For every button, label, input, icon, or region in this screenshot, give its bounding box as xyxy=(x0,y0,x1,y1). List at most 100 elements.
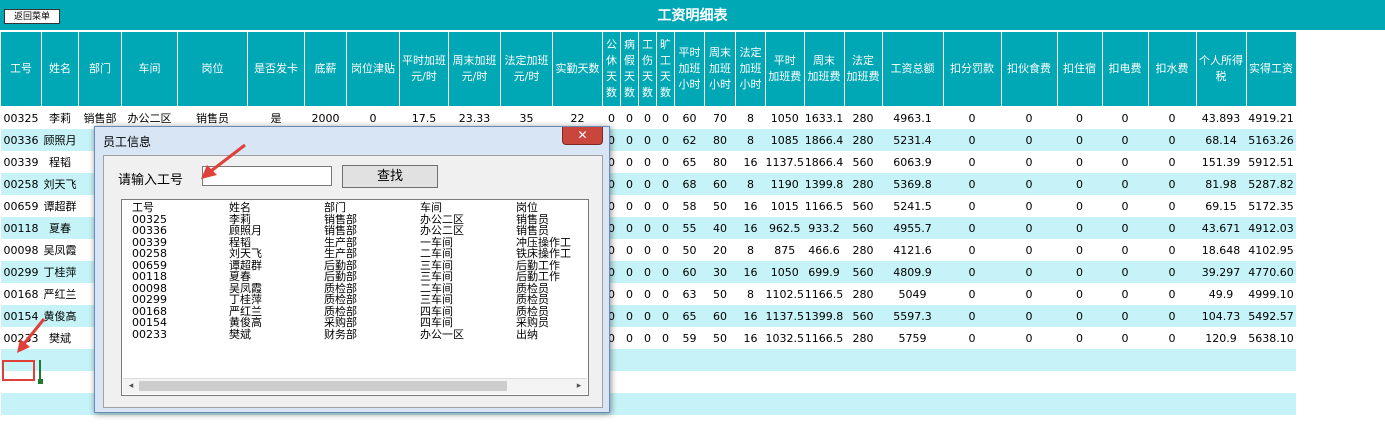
table-cell[interactable]: 00325 xyxy=(0,106,42,129)
table-cell[interactable]: 0 xyxy=(620,106,639,129)
column-header[interactable]: 底薪 xyxy=(304,31,347,107)
table-cell[interactable] xyxy=(41,393,79,415)
table-cell[interactable]: 560 xyxy=(844,195,882,217)
column-header[interactable]: 车间 xyxy=(121,31,178,107)
column-header[interactable]: 周末 加班费 xyxy=(803,31,845,107)
table-cell[interactable]: 0 xyxy=(943,151,1001,173)
table-cell[interactable]: 4809.9 xyxy=(882,261,943,283)
table-cell[interactable]: 151.39 xyxy=(1196,151,1246,173)
arrow-left-icon[interactable]: ◂ xyxy=(124,380,138,393)
table-cell[interactable] xyxy=(674,349,705,371)
table-cell[interactable]: 699.9 xyxy=(804,261,844,283)
table-cell[interactable] xyxy=(41,371,79,393)
table-cell[interactable]: 0 xyxy=(1001,305,1057,327)
table-cell[interactable]: 50 xyxy=(674,239,705,261)
table-cell[interactable]: 谭超群 xyxy=(41,195,79,217)
table-cell[interactable] xyxy=(620,393,639,415)
table-cell[interactable]: 0 xyxy=(1057,327,1102,349)
table-cell[interactable] xyxy=(1102,349,1148,371)
table-cell[interactable]: 16 xyxy=(735,261,766,283)
table-cell[interactable]: 0 xyxy=(943,261,1001,283)
table-cell[interactable]: 59 xyxy=(674,327,705,349)
table-cell[interactable]: 0 xyxy=(1102,305,1148,327)
fill-handle[interactable] xyxy=(38,379,43,384)
table-cell[interactable] xyxy=(1001,349,1057,371)
table-cell[interactable]: 5287.82 xyxy=(1246,173,1296,195)
table-cell[interactable]: 4963.1 xyxy=(882,106,943,129)
table-cell[interactable]: 0 xyxy=(1001,195,1057,217)
table-cell[interactable]: 1399.8 xyxy=(804,173,844,195)
table-cell[interactable]: 0 xyxy=(620,151,639,173)
table-cell[interactable] xyxy=(943,349,1001,371)
table-cell[interactable]: 1166.5 xyxy=(804,283,844,305)
table-cell[interactable] xyxy=(1196,371,1246,393)
table-cell[interactable]: 70 xyxy=(704,106,736,129)
table-cell[interactable] xyxy=(765,393,804,415)
table-cell[interactable]: 280 xyxy=(844,129,882,151)
table-cell[interactable]: 8 xyxy=(735,283,766,305)
table-cell[interactable]: 0 xyxy=(620,283,639,305)
table-cell[interactable]: 0 xyxy=(656,239,675,261)
table-cell[interactable]: 0 xyxy=(638,106,657,129)
table-cell[interactable] xyxy=(638,393,657,415)
table-cell[interactable]: 0 xyxy=(1057,129,1102,151)
table-cell[interactable]: 16 xyxy=(735,217,766,239)
table-cell[interactable]: 0 xyxy=(1148,239,1196,261)
column-header[interactable]: 公 休 天 数 xyxy=(602,31,621,107)
table-cell[interactable]: 0 xyxy=(1148,283,1196,305)
table-cell[interactable] xyxy=(704,349,736,371)
table-cell[interactable] xyxy=(804,393,844,415)
table-cell[interactable] xyxy=(704,371,736,393)
table-cell[interactable]: 0 xyxy=(656,217,675,239)
table-cell[interactable]: 0 xyxy=(943,195,1001,217)
table-cell[interactable]: 0 xyxy=(1102,261,1148,283)
table-cell[interactable]: 0 xyxy=(943,106,1001,129)
table-cell[interactable]: 1166.5 xyxy=(804,195,844,217)
table-cell[interactable]: 0 xyxy=(1001,217,1057,239)
table-cell[interactable]: 00299 xyxy=(0,261,42,283)
table-cell[interactable]: 1137.5 xyxy=(765,305,804,327)
table-cell[interactable]: 933.2 xyxy=(804,217,844,239)
table-cell[interactable] xyxy=(1102,371,1148,393)
table-cell[interactable]: 0 xyxy=(656,327,675,349)
table-cell[interactable]: 0 xyxy=(638,283,657,305)
table-cell[interactable]: 1102.5 xyxy=(765,283,804,305)
table-cell[interactable]: 69.15 xyxy=(1196,195,1246,217)
table-cell[interactable]: 68.14 xyxy=(1196,129,1246,151)
table-cell[interactable]: 0 xyxy=(1057,217,1102,239)
table-cell[interactable]: 1032.5 xyxy=(765,327,804,349)
table-cell[interactable] xyxy=(1057,349,1102,371)
table-cell[interactable]: 0 xyxy=(656,261,675,283)
table-cell[interactable]: 1050 xyxy=(765,261,804,283)
table-cell[interactable] xyxy=(1148,371,1196,393)
table-cell[interactable]: 0 xyxy=(656,106,675,129)
table-cell[interactable]: 1866.4 xyxy=(804,151,844,173)
table-cell[interactable]: 0 xyxy=(1001,151,1057,173)
table-cell[interactable]: 60 xyxy=(704,305,736,327)
table-cell[interactable] xyxy=(765,349,804,371)
table-cell[interactable] xyxy=(1246,371,1296,393)
table-cell[interactable]: 8 xyxy=(735,106,766,129)
horizontal-scrollbar[interactable]: ◂ ▸ xyxy=(123,378,587,394)
table-cell[interactable]: 0 xyxy=(620,195,639,217)
table-cell[interactable]: 0 xyxy=(638,195,657,217)
table-cell[interactable]: 吴凤霞 xyxy=(41,239,79,261)
column-header[interactable]: 扣伙食费 xyxy=(1000,31,1058,107)
table-cell[interactable]: 4102.95 xyxy=(1246,239,1296,261)
table-cell[interactable] xyxy=(1148,393,1196,415)
table-cell[interactable]: 5912.51 xyxy=(1246,151,1296,173)
table-cell[interactable]: 0 xyxy=(1102,217,1148,239)
table-cell[interactable] xyxy=(1246,393,1296,415)
table-cell[interactable]: 00118 xyxy=(0,217,42,239)
table-cell[interactable]: 0 xyxy=(1057,261,1102,283)
table-cell[interactable]: 0 xyxy=(1102,129,1148,151)
column-header[interactable]: 工 伤 天 数 xyxy=(638,31,657,107)
table-cell[interactable]: 0 xyxy=(943,129,1001,151)
table-cell[interactable]: 80 xyxy=(704,151,736,173)
table-cell[interactable]: 55 xyxy=(674,217,705,239)
table-cell[interactable]: 0 xyxy=(1102,239,1148,261)
table-cell[interactable]: 5759 xyxy=(882,327,943,349)
table-cell[interactable]: 0 xyxy=(638,305,657,327)
table-cell[interactable]: 280 xyxy=(844,239,882,261)
table-cell[interactable] xyxy=(804,349,844,371)
